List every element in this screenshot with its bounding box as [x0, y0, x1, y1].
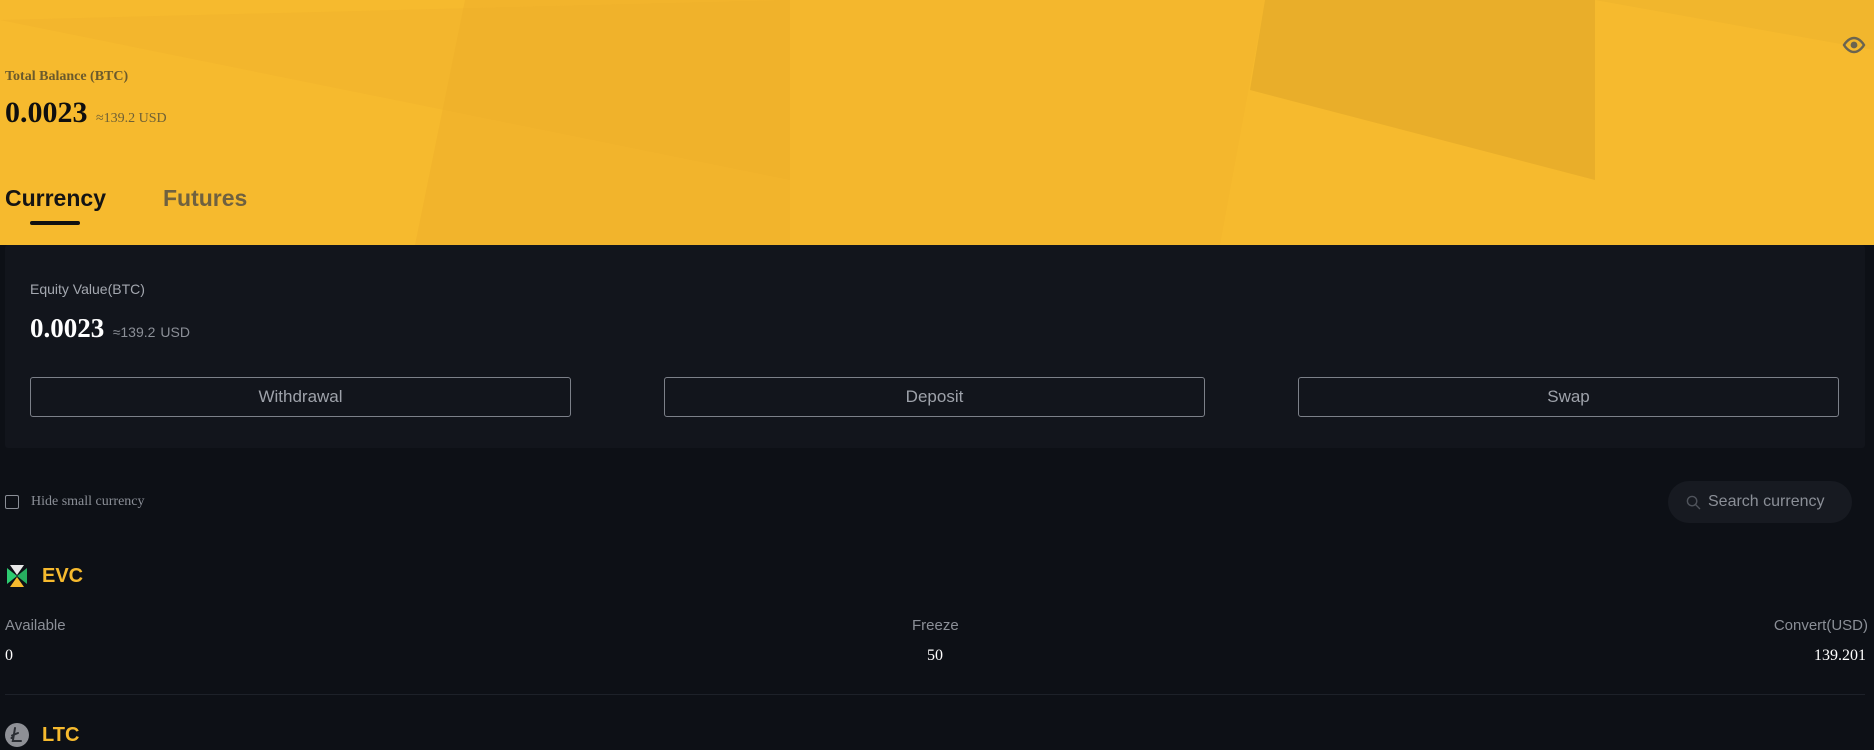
header-background-pattern [0, 0, 1874, 245]
total-balance-row: 0.0023 ≈139.2 USD [5, 96, 167, 130]
total-balance-usd: ≈139.2 USD [95, 111, 167, 126]
withdrawal-button[interactable]: Withdrawal [30, 377, 571, 417]
equity-usd-unit: USD [160, 324, 190, 340]
coin-symbol-ltc[interactable]: LTC [42, 724, 79, 747]
search-icon [1686, 495, 1701, 510]
equity-usd: ≈139.2 USD [113, 324, 190, 340]
total-balance-label: Total Balance (BTC) [5, 69, 129, 84]
tab-currency[interactable]: Currency [5, 185, 106, 212]
active-tab-indicator [30, 221, 80, 225]
coin-symbol-evc[interactable]: EVC [42, 565, 83, 588]
freeze-value: 50 [927, 647, 943, 664]
convert-usd-label: Convert(USD) [1773, 617, 1868, 634]
search-currency-box[interactable] [1668, 481, 1852, 523]
search-currency-input[interactable] [1708, 481, 1844, 523]
evc-coin-icon [7, 565, 27, 587]
available-value: 0 [5, 647, 13, 664]
swap-button[interactable]: Swap [1298, 377, 1839, 417]
hide-small-currency-checkbox[interactable] [5, 495, 19, 509]
ltc-coin-icon [5, 723, 29, 747]
row-divider [5, 694, 1865, 695]
available-label: Available [5, 617, 66, 634]
equity-value-label: Equity Value(BTC) [30, 281, 145, 297]
balance-header: Total Balance (BTC) 0.0023 ≈139.2 USD Cu… [0, 0, 1874, 245]
convert-usd-value: 139.201 [1814, 647, 1866, 664]
equity-value: 0.0023 [30, 313, 105, 343]
hide-small-currency-label: Hide small currency [31, 494, 145, 509]
eye-icon[interactable] [1842, 36, 1866, 54]
total-balance-value: 0.0023 [5, 96, 88, 129]
tab-futures[interactable]: Futures [163, 185, 247, 212]
equity-usd-amount: ≈139.2 [112, 324, 156, 340]
equity-panel: Equity Value(BTC) 0.0023 ≈139.2 USD Withd… [5, 245, 1865, 448]
freeze-label: Freeze [912, 617, 959, 634]
deposit-button[interactable]: Deposit [664, 377, 1205, 417]
equity-value-row: 0.0023 ≈139.2 USD [30, 313, 190, 344]
